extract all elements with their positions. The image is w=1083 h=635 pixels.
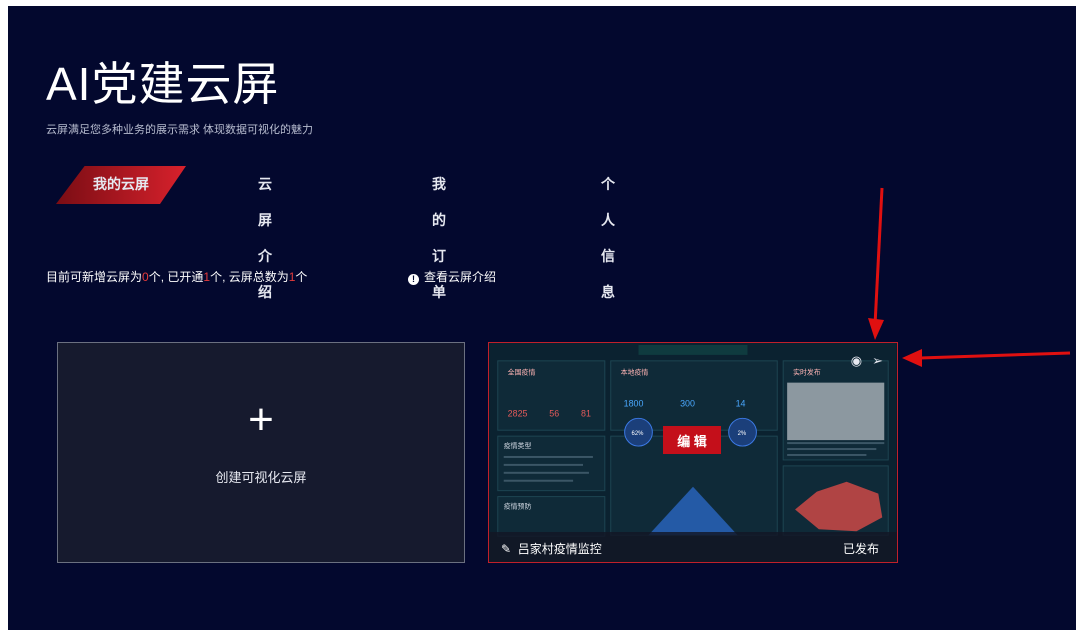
annotation-arrowhead-down <box>868 318 884 340</box>
annotation-arrow-down <box>873 187 884 326</box>
annotation-arrowhead-left <box>902 349 922 367</box>
annotation-arrow-left <box>919 351 1071 360</box>
annotation-arrows <box>868 187 1071 367</box>
